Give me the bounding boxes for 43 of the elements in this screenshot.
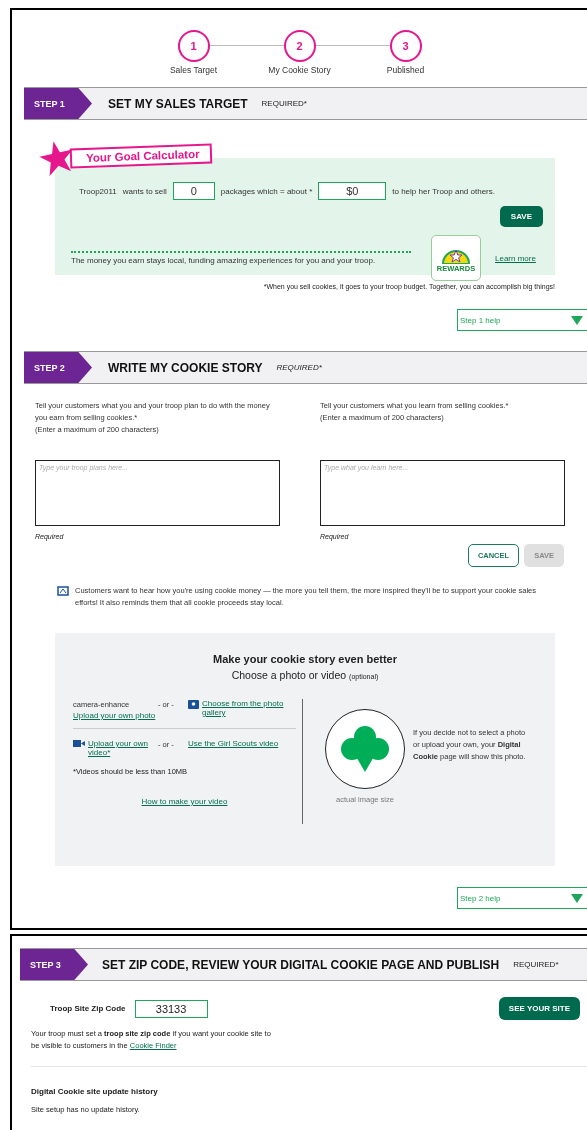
money-note: The money you earn stays local, funding amazing experiences for you and your troop. <box>71 251 411 265</box>
step-label: Sales Target <box>169 65 218 75</box>
amount-field[interactable]: $0 <box>318 182 387 200</box>
calc-text: packages which = about * <box>220 186 313 196</box>
troop-name: Troop2011 <box>79 186 117 196</box>
required-label: REQUIRED* <box>261 99 307 108</box>
packages-field[interactable]: 0 <box>172 182 215 200</box>
step-circle: 3 <box>389 30 422 62</box>
step-tag: STEP 2 <box>24 352 92 383</box>
step-label: Published <box>386 65 425 75</box>
help-dropdown[interactable]: Step 2 help <box>457 887 587 909</box>
zip-field[interactable]: 33133 <box>134 999 208 1018</box>
see-site-button[interactable]: SEE YOUR SITE <box>498 997 580 1020</box>
gallery-link[interactable]: Choose from the photo gallery <box>202 699 296 717</box>
caret-icon <box>571 315 583 325</box>
step-label: My Cookie Story <box>268 65 331 75</box>
step-tag: STEP 1 <box>24 88 92 119</box>
how-to-link[interactable]: How to make your video <box>141 797 228 806</box>
zip-label: Troop Site Zip Code <box>50 1004 126 1013</box>
media-subtitle: Choose a photo or video <box>231 669 347 681</box>
required-label: REQUIRED* <box>513 960 559 969</box>
required-label: REQUIRED* <box>276 363 322 372</box>
step-tag: STEP 3 <box>20 949 88 980</box>
upload-photo-link[interactable]: Upload your own photo <box>73 711 156 720</box>
trefoil-icon <box>340 725 390 773</box>
girl-scouts-video-link[interactable]: Use the Girl Scouts video <box>188 739 296 748</box>
learn-more-link[interactable]: Learn more <box>495 253 536 263</box>
step-circle: 1 <box>177 30 210 62</box>
help-dropdown[interactable]: Step 1 help <box>457 309 587 331</box>
photo-icon <box>188 699 199 709</box>
upload-video-link[interactable]: Upload your own video* <box>88 739 158 757</box>
step-title: WRITE MY COOKIE STORY <box>108 360 263 375</box>
save-button[interactable]: SAVE <box>499 206 543 227</box>
caret-icon <box>571 893 583 903</box>
video-icon <box>73 739 85 748</box>
step-title: SET ZIP CODE, REVIEW YOUR DIGITAL COOKIE PAGE AND PUBLISH <box>102 957 500 972</box>
step-circle: 2 <box>283 30 316 62</box>
step-title: SET MY SALES TARGET <box>108 96 248 111</box>
calc-text: wants to sell <box>122 186 167 196</box>
history-title: Digital Cookie site update history <box>31 1087 159 1096</box>
star-icon <box>39 140 75 176</box>
calc-text: to help her Troop and others. <box>392 186 495 196</box>
media-title: Make your cookie story even better <box>212 653 398 665</box>
